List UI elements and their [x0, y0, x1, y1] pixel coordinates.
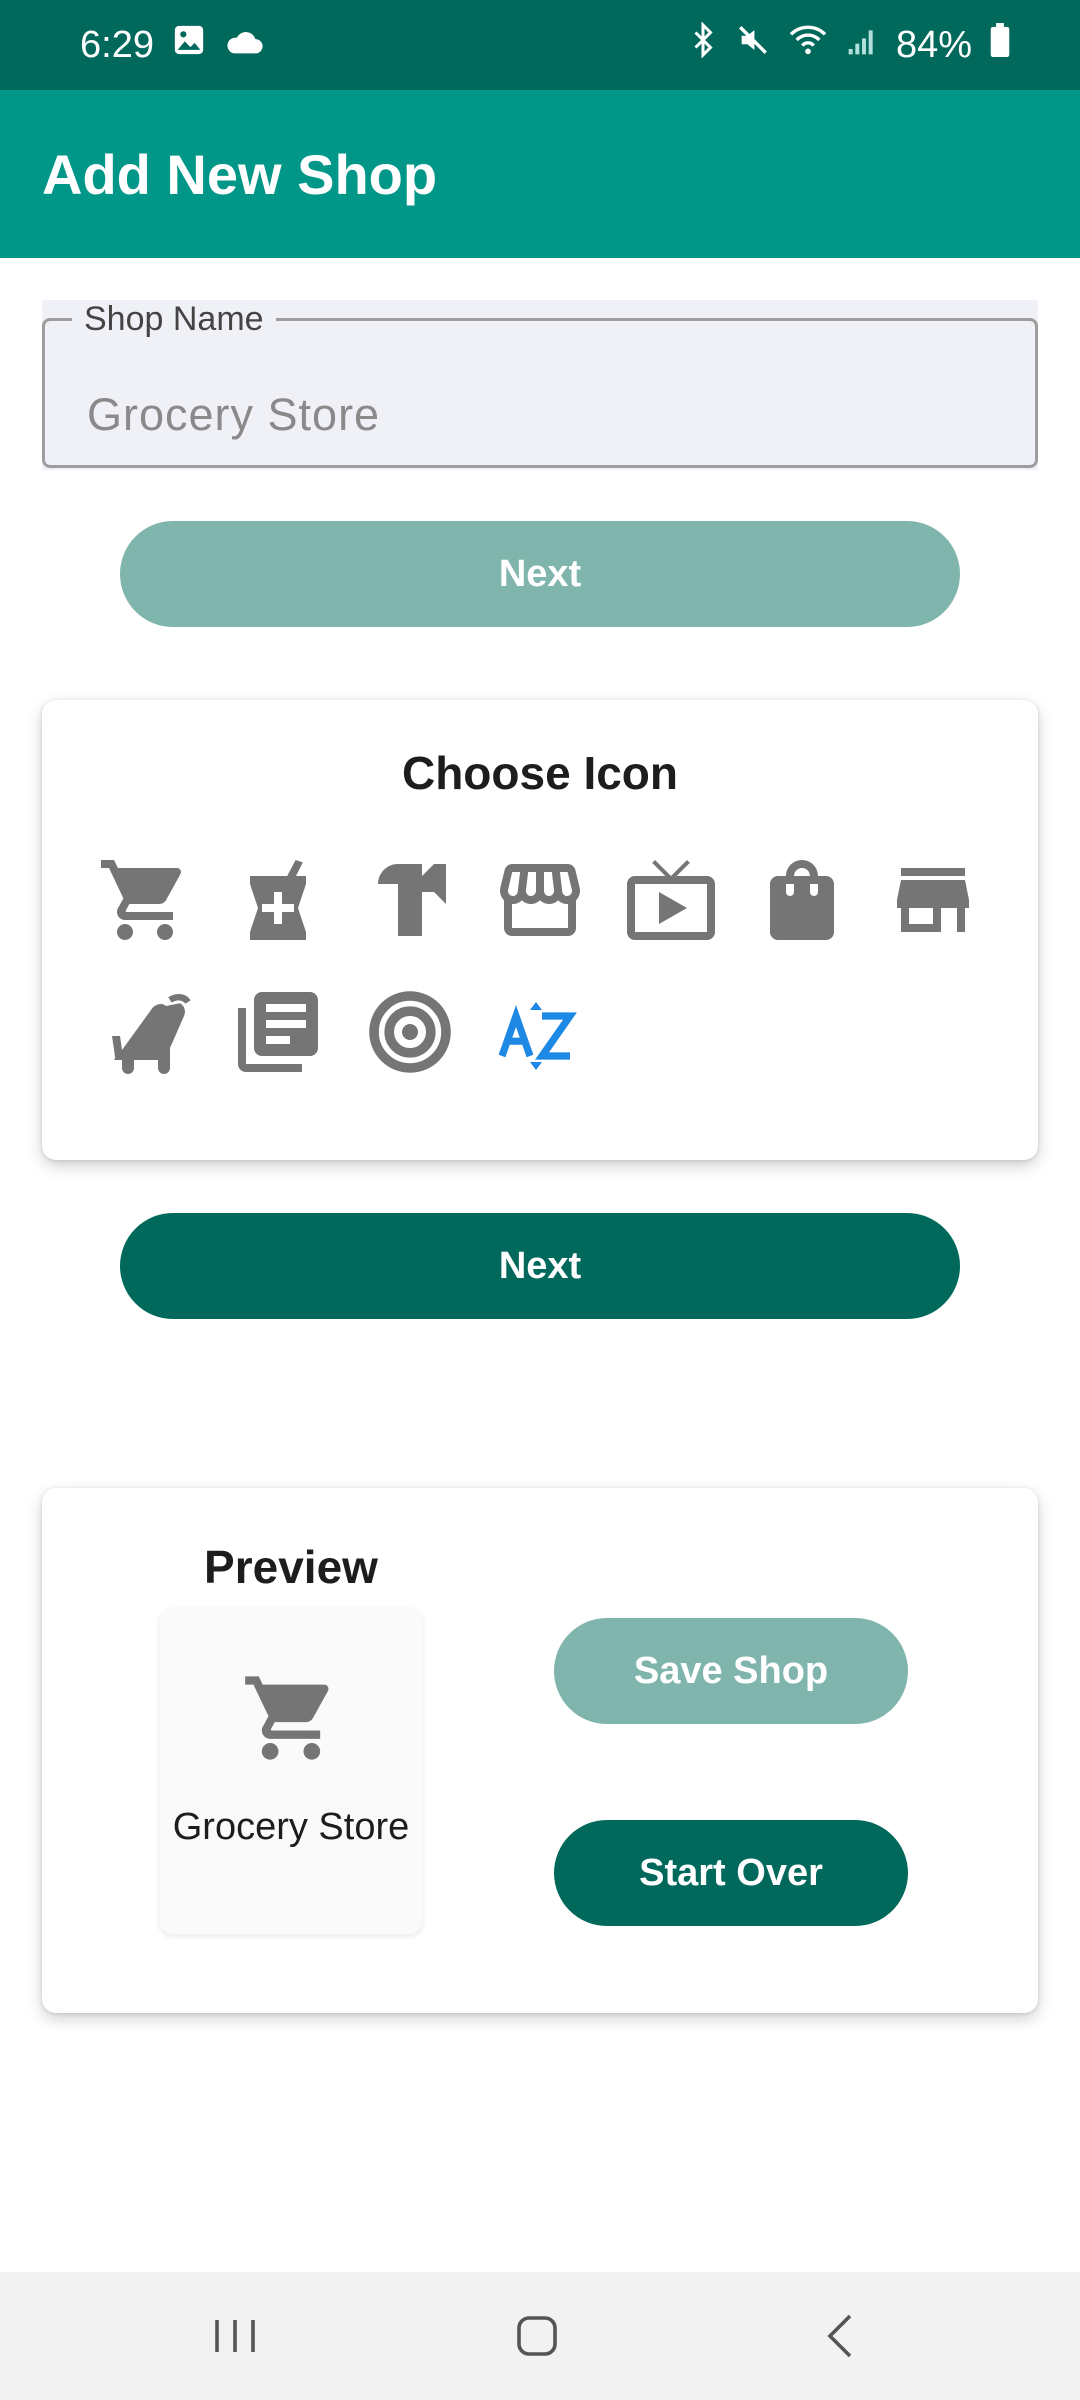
back-icon[interactable] — [812, 2306, 872, 2366]
recents-icon[interactable] — [205, 2306, 265, 2366]
battery-percent: 84% — [895, 23, 972, 66]
system-nav-bar — [0, 2272, 1080, 2400]
status-bar: 6:29 84% — [0, 0, 1080, 90]
stroller-icon[interactable] — [100, 982, 200, 1082]
wifi-icon — [788, 23, 828, 67]
storefront-icon[interactable] — [490, 850, 590, 950]
status-time: 6:29 — [80, 23, 154, 66]
preview-shop-name: Grocery Store — [172, 1806, 410, 1848]
hardware-icon[interactable] — [360, 850, 460, 950]
cloud-icon — [224, 24, 264, 67]
newspaper-icon[interactable] — [228, 982, 328, 1082]
home-icon[interactable] — [507, 2306, 567, 2366]
shop-name-label: Shop Name — [72, 300, 276, 339]
signal-icon — [846, 24, 878, 67]
preview-title: Preview — [204, 1541, 378, 1593]
shopping-bag-icon[interactable] — [752, 850, 852, 950]
preview-tile: Grocery Store — [160, 1608, 422, 1934]
sort-az-icon[interactable] — [488, 982, 588, 1082]
shopping-cart-icon[interactable] — [95, 850, 195, 950]
pharmacy-icon[interactable] — [228, 850, 328, 950]
shop-name-field[interactable]: Grocery Store Shop Name — [42, 300, 1038, 470]
image-icon — [172, 23, 206, 67]
name-next-button[interactable]: Next — [120, 521, 960, 627]
tv-icon[interactable] — [621, 850, 721, 950]
start-over-button[interactable]: Start Over — [554, 1820, 908, 1926]
target-icon[interactable] — [360, 982, 460, 1082]
page-title: Add New Shop — [42, 142, 438, 206]
shop-name-value: Grocery Store — [87, 389, 381, 440]
store-icon[interactable] — [883, 850, 983, 950]
shopping-cart-icon — [241, 1668, 341, 1768]
battery-icon — [990, 23, 1010, 67]
save-shop-button[interactable]: Save Shop — [554, 1618, 908, 1724]
shop-name-input[interactable]: Grocery Store — [42, 318, 1038, 468]
app-bar: Add New Shop — [0, 90, 1080, 258]
icon-next-button[interactable]: Next — [120, 1213, 960, 1319]
bluetooth-icon — [688, 21, 718, 68]
choose-icon-title: Choose Icon — [401, 747, 679, 799]
mute-icon — [736, 23, 770, 67]
